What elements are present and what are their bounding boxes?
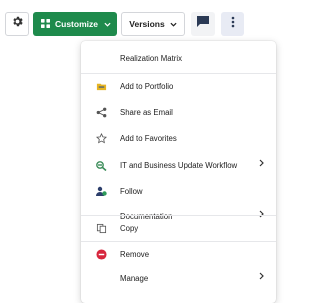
folder-icon: [94, 79, 108, 93]
menu-item-manage[interactable]: Manage: [81, 266, 276, 290]
menu-item-share-as-email[interactable]: Share as Email: [81, 100, 276, 124]
menu-item-label: Copy: [120, 223, 139, 233]
more-options-button[interactable]: [221, 12, 244, 36]
menu-item-copy[interactable]: Copy: [81, 216, 276, 240]
workflow-icon: [94, 158, 108, 172]
menu-item-it-business-update-workflow[interactable]: IT and Business Update Workflow: [81, 153, 276, 177]
menu-item-realization-matrix[interactable]: Realization Matrix: [81, 46, 276, 70]
menu-item-label: Realization Matrix: [120, 53, 182, 63]
remove-icon: [94, 247, 108, 261]
copy-icon: [94, 221, 108, 235]
share-icon: [94, 105, 108, 119]
kebab-icon: [231, 15, 235, 33]
grid-icon: [41, 18, 50, 30]
chevron-right-icon: [259, 159, 264, 169]
customize-label: Customize: [55, 19, 98, 29]
menu-item-follow[interactable]: Follow: [81, 179, 276, 203]
comments-button[interactable]: [191, 12, 215, 36]
versions-button[interactable]: Versions: [121, 12, 185, 36]
chevron-down-icon: [104, 19, 111, 29]
menu-item-add-to-portfolio[interactable]: Add to Portfolio: [81, 74, 276, 98]
menu-item-label: Remove: [120, 249, 150, 259]
menu-item-label: IT and Business Update Workflow: [120, 160, 238, 170]
more-options-menu: Realization Matrix Add to Portfolio Shar…: [81, 41, 276, 303]
customize-button[interactable]: Customize: [33, 12, 117, 36]
menu-item-remove[interactable]: Remove: [81, 242, 276, 266]
chevron-right-icon: [259, 272, 264, 282]
menu-item-label: Follow: [120, 186, 143, 196]
menu-item-label: Add to Favorites: [120, 133, 177, 143]
follow-icon: [94, 184, 108, 198]
menu-item-add-to-favorites[interactable]: Add to Favorites: [81, 126, 276, 150]
comment-icon: [196, 15, 210, 33]
gear-icon: [11, 15, 24, 33]
menu-item-label: Share as Email: [120, 107, 173, 117]
settings-button[interactable]: [5, 12, 29, 36]
menu-item-label: Manage: [120, 273, 149, 283]
menu-item-label: Add to Portfolio: [120, 81, 174, 91]
versions-label: Versions: [129, 19, 165, 29]
chevron-down-icon: [170, 19, 177, 29]
star-icon: [94, 131, 108, 145]
